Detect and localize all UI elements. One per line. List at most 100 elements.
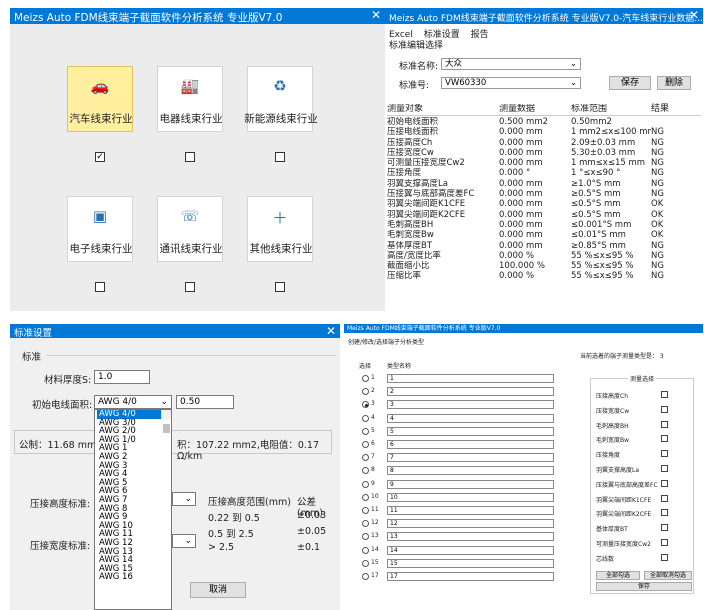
- type-radio[interactable]: [362, 414, 369, 422]
- type-radio[interactable]: [362, 493, 369, 501]
- type-name-input[interactable]: 13: [387, 532, 554, 542]
- table-cell: 55 %≤x≤95 %: [571, 261, 634, 272]
- type-radio[interactable]: [362, 375, 369, 382]
- deselect-all-button[interactable]: 全部取消勾选: [644, 571, 692, 580]
- measure-checkbox[interactable]: [661, 553, 668, 561]
- type-radio[interactable]: [362, 388, 369, 396]
- table-row: 羽翼尖端间距K2CFE 0.000 mm ≤0.5°S mm OK: [387, 210, 701, 220]
- table-cell: 羽翼支撑高度La: [387, 178, 448, 189]
- type-name-input[interactable]: 4: [387, 413, 554, 423]
- type-name-input[interactable]: 3: [387, 400, 554, 410]
- wire-size-dropdown-list[interactable]: AWG 4/0 AWG 3/0 AWG 2/0 AWG 1/0 AWG 1 AWG 2 AW…: [94, 409, 172, 610]
- chevron-down-icon: ⌄: [160, 397, 168, 407]
- industry-selection-window: Meizs Auto FDM线束端子截面软件分析系统 专业版V7.0 ✕ 🚗 汽车…: [10, 8, 385, 311]
- type-name-input[interactable]: 11: [387, 506, 554, 515]
- industry-checkbox[interactable]: [275, 152, 285, 162]
- measure-checkbox[interactable]: [661, 435, 668, 443]
- cancel-button[interactable]: 取消: [190, 582, 246, 598]
- type-name-input[interactable]: 10: [387, 492, 554, 502]
- table-row: 压接电线面积 0.000 mm 1 mm2≤x≤100 mm2NG: [387, 127, 701, 137]
- dropdown-option[interactable]: AWG 16: [97, 573, 171, 582]
- select-all-button[interactable]: 全部勾选: [596, 571, 640, 580]
- measure-checkbox[interactable]: [661, 465, 668, 472]
- type-radio[interactable]: [362, 441, 369, 448]
- save-button[interactable]: 保存: [596, 582, 692, 591]
- type-name-input[interactable]: 2: [387, 387, 554, 397]
- industry-tile[interactable]: 🏭 电器线束行业: [157, 66, 223, 132]
- measure-checkbox[interactable]: [661, 524, 668, 532]
- measure-checkbox[interactable]: [661, 479, 668, 487]
- industry-tile[interactable]: ▣ 电子线束行业: [67, 196, 133, 262]
- close-icon[interactable]: ✕: [689, 8, 699, 22]
- wire-size-value: AWG 4/0: [98, 397, 137, 407]
- type-radio[interactable]: [362, 520, 369, 528]
- scrollbar-thumb[interactable]: [163, 424, 170, 433]
- industry-checkbox[interactable]: [185, 152, 195, 162]
- type-name-input[interactable]: 6: [387, 440, 554, 449]
- crimp-width-select[interactable]: ⌄: [172, 534, 196, 548]
- measure-checkbox[interactable]: [661, 450, 668, 458]
- table-cell: 1 °≤x≤90 °: [571, 168, 621, 179]
- type-name-input[interactable]: 15: [387, 558, 554, 568]
- type-radio[interactable]: [362, 467, 369, 475]
- type-name-input[interactable]: 12: [387, 519, 554, 529]
- table-cell: 0.000 mm: [499, 178, 543, 189]
- industry-tile[interactable]: ♻ 新能源线束行业: [244, 66, 318, 132]
- table-cell: NG: [651, 127, 664, 138]
- measure-label: 压接角度: [596, 452, 621, 460]
- table-cell: 压接翼与底部高度差FC: [387, 189, 475, 200]
- industry-label: 通讯线束行业: [159, 243, 223, 255]
- type-name-input[interactable]: 7: [387, 453, 554, 463]
- measure-label: 羽翼支撑高度La: [596, 467, 640, 474]
- measure-checkbox[interactable]: [661, 509, 668, 517]
- type-radio[interactable]: [362, 401, 369, 409]
- type-radio[interactable]: [362, 533, 369, 541]
- thickness-input[interactable]: 1.0: [94, 370, 150, 384]
- industry-tile[interactable]: ☏ 通讯线束行业: [157, 196, 223, 262]
- measure-label: 压接宽度Cw: [596, 407, 630, 415]
- crimp-height-select[interactable]: ⌄: [172, 492, 196, 506]
- car-icon: 🚗: [90, 77, 110, 95]
- type-radio[interactable]: [362, 546, 369, 554]
- type-index: 17: [371, 572, 379, 579]
- save-button[interactable]: 保存: [609, 76, 651, 90]
- industry-checkbox[interactable]: [275, 282, 285, 292]
- measure-checkbox[interactable]: [661, 494, 668, 502]
- table-cell: NG: [651, 158, 664, 169]
- measure-checkbox[interactable]: [661, 539, 668, 546]
- industry-checkbox[interactable]: [95, 282, 105, 292]
- type-name-input[interactable]: 8: [387, 466, 554, 476]
- measure-checkbox[interactable]: [661, 420, 668, 428]
- col-name: 类型名称: [387, 363, 412, 370]
- industry-checkbox[interactable]: ✓: [95, 152, 105, 162]
- type-radio[interactable]: [362, 480, 369, 488]
- std-name-select[interactable]: 大众 ⌄: [441, 58, 581, 70]
- type-radio[interactable]: [362, 507, 369, 514]
- type-radio[interactable]: [362, 559, 369, 567]
- std-no-select[interactable]: VW60330 ⌄: [441, 77, 581, 89]
- close-icon[interactable]: ✕: [371, 8, 381, 22]
- measure-checkbox[interactable]: [661, 405, 668, 413]
- menu-report[interactable]: 报告: [471, 30, 489, 40]
- standard-settings-window: 标准设置 ✕ 标准 材料厚度S: 1.0 初始电线面积: AWG 4/0 ⌄ 0…: [10, 324, 340, 610]
- scrollbar[interactable]: [161, 410, 171, 433]
- type-index: 13: [371, 532, 379, 540]
- type-name-input[interactable]: 17: [387, 572, 554, 581]
- close-icon[interactable]: ✕: [326, 324, 336, 338]
- industry-tile[interactable]: 🚗 汽车线束行业: [67, 66, 133, 132]
- factory-icon: 🏭: [180, 77, 200, 95]
- wire-size-select[interactable]: AWG 4/0 ⌄: [94, 395, 172, 409]
- type-radio[interactable]: [362, 573, 369, 580]
- type-name-input[interactable]: 5: [387, 426, 554, 436]
- type-radio[interactable]: [362, 427, 369, 435]
- type-index: 10: [371, 492, 379, 500]
- industry-tile[interactable]: ＋ 其他线束行业: [247, 196, 313, 262]
- type-name-input[interactable]: 1: [387, 374, 554, 383]
- type-name-input[interactable]: 14: [387, 545, 554, 555]
- type-radio[interactable]: [362, 454, 369, 462]
- industry-checkbox[interactable]: [185, 282, 195, 292]
- delete-button[interactable]: 删除: [657, 76, 691, 90]
- measure-checkbox[interactable]: [661, 391, 668, 398]
- type-name-input[interactable]: 9: [387, 479, 554, 489]
- wire-area-input[interactable]: 0.50: [176, 395, 234, 409]
